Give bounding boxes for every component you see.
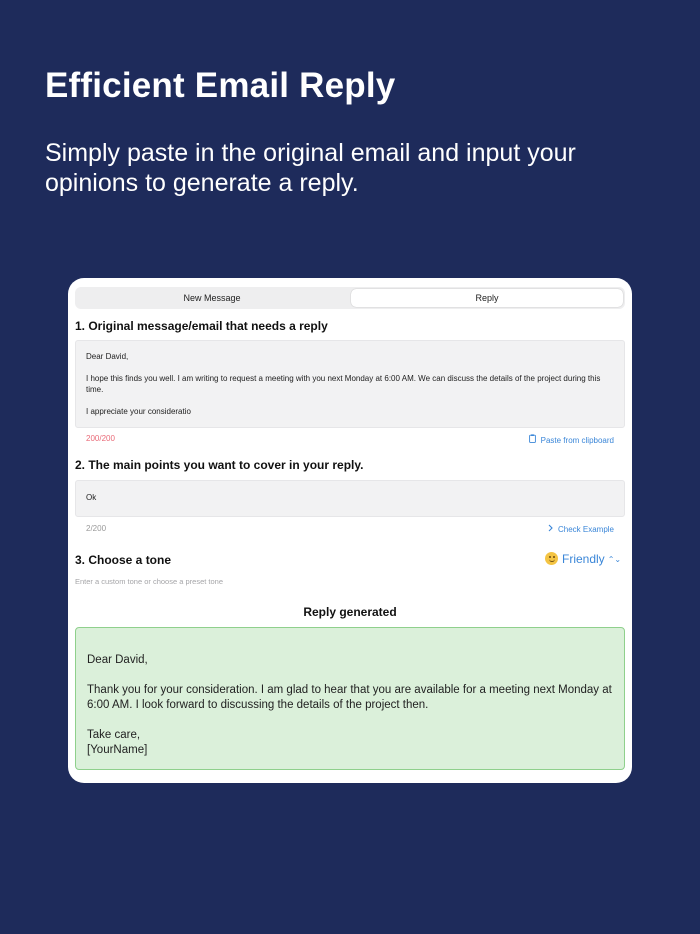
check-example-button[interactable]: Check Example xyxy=(548,524,614,534)
reply-paragraph: Thank you for your consideration. I am g… xyxy=(87,684,612,711)
main-points-input[interactable]: Ok xyxy=(75,480,625,517)
email-line: Dear David, xyxy=(86,352,129,361)
points-char-count: 2/200 xyxy=(86,524,107,533)
reply-paragraph: Dear David, xyxy=(87,654,148,666)
paste-from-clipboard-button[interactable]: Paste from clipboard xyxy=(528,434,614,445)
smiling-face-icon xyxy=(545,552,558,565)
tone-input[interactable]: Enter a custom tone or choose a preset t… xyxy=(75,577,223,586)
headline: Efficient Email Reply xyxy=(45,66,396,105)
original-email-input[interactable]: Dear David, I hope this finds you well. … xyxy=(75,340,625,428)
reply-signature: [YourName] xyxy=(87,744,148,756)
original-char-count: 200/200 xyxy=(86,434,115,443)
section-points-title: 2. The main points you want to cover in … xyxy=(75,458,364,472)
paste-label: Paste from clipboard xyxy=(540,436,614,445)
segmented-control: New Message Reply xyxy=(75,287,625,309)
tone-selector[interactable]: Friendly ⌃⌄ xyxy=(545,552,621,566)
check-example-label: Check Example xyxy=(557,525,614,534)
subheadline: Simply paste in the original email and i… xyxy=(45,139,576,197)
clipboard-icon xyxy=(528,434,536,445)
generated-reply[interactable]: Dear David, Thank you for your considera… xyxy=(75,627,625,770)
email-line: I hope this finds you well. I am writing… xyxy=(86,374,601,394)
tone-value: Friendly xyxy=(562,552,605,566)
section-tone-title: 3. Choose a tone xyxy=(75,553,172,567)
reply-generated-title: Reply generated xyxy=(303,605,397,619)
app-card: New Message Reply 1. Original message/em… xyxy=(68,278,632,783)
email-line: I appreciate your consideratio xyxy=(86,407,191,416)
tab-reply[interactable]: Reply xyxy=(351,289,623,307)
up-down-chevron-icon: ⌃⌄ xyxy=(607,555,622,564)
main-points-value: Ok xyxy=(86,493,97,502)
tab-new-message[interactable]: New Message xyxy=(77,289,347,307)
chevron-right-icon xyxy=(548,524,553,534)
section-original-title: 1. Original message/email that needs a r… xyxy=(75,319,328,333)
reply-paragraph: Take care, xyxy=(87,729,141,741)
